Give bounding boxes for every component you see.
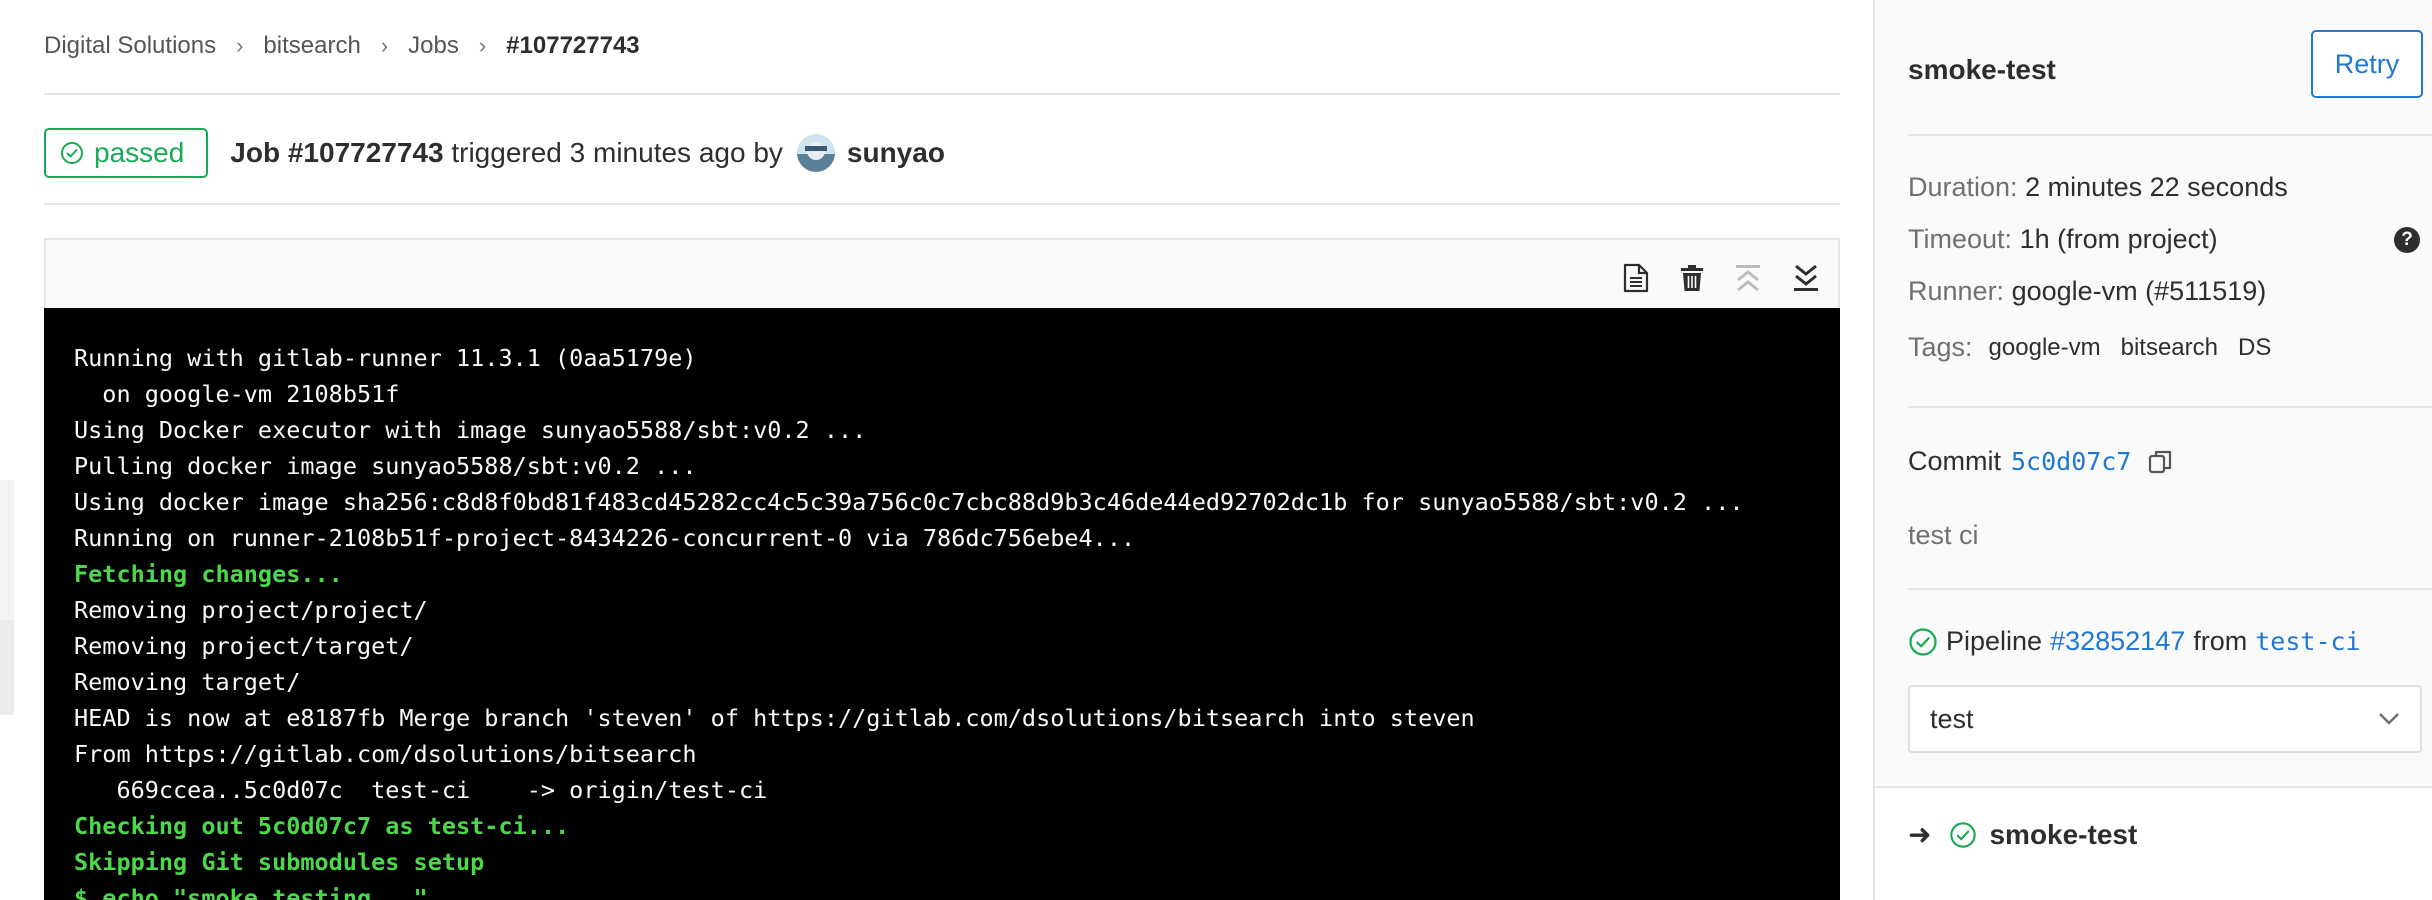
- left-edge-shade: [0, 480, 14, 620]
- duration-row: Duration: 2 minutes 22 seconds: [1908, 172, 2288, 203]
- log-line: 669ccea..5c0d07c test-ci -> origin/test-…: [74, 776, 768, 804]
- pipeline-row: Pipeline #32852147 from test-ci: [1908, 626, 2369, 657]
- runner-value: google-vm (#511519): [2011, 276, 2267, 306]
- check-circle-icon: [1909, 627, 1937, 656]
- job-list-item[interactable]: ➜ smoke-test: [1908, 818, 2137, 851]
- breadcrumb-project[interactable]: bitsearch: [263, 32, 360, 60]
- divider: [44, 93, 1840, 95]
- job-list-item-label: smoke-test: [1989, 818, 2138, 850]
- job-id: Job #107727743: [230, 137, 444, 168]
- divider: [44, 203, 1840, 205]
- chevron-right-icon: ›: [380, 33, 389, 58]
- tag: DS: [2238, 333, 2272, 361]
- commit-sha-link[interactable]: 5c0d07c7: [2011, 447, 2131, 476]
- job-sidebar: smoke-test Retry Duration: 2 minutes 22 …: [1873, 0, 2432, 900]
- breadcrumb-jobs[interactable]: Jobs: [408, 32, 459, 60]
- pipeline-link[interactable]: #32852147: [2050, 626, 2185, 657]
- pipeline-label: Pipeline: [1946, 626, 2043, 656]
- timeout-row: Timeout: 1h (from project): [1908, 224, 2218, 255]
- stage-dropdown[interactable]: test: [1908, 685, 2422, 753]
- triggered-text: triggered 3 minutes ago by: [451, 137, 783, 168]
- log-line: Removing project/project/: [74, 596, 428, 624]
- breadcrumb-current-job[interactable]: #107727743: [506, 32, 639, 60]
- commit-label: Commit: [1908, 446, 2001, 476]
- job-summary: Job #107727743 triggered 3 minutes ago b…: [230, 137, 783, 169]
- log-line: Checking out 5c0d07c7 as test-ci...: [74, 812, 570, 840]
- divider: [1908, 588, 2432, 590]
- stage-selected: test: [1930, 703, 1974, 734]
- chevron-down-icon: [2379, 713, 2399, 725]
- tag: google-vm: [1988, 333, 2101, 361]
- help-icon[interactable]: ?: [2394, 227, 2420, 253]
- log-line: Running on runner-2108b51f-project-84342…: [74, 524, 1136, 552]
- status-badge[interactable]: passed: [44, 128, 209, 178]
- breadcrumb: Digital Solutions › bitsearch › Jobs › #…: [44, 32, 640, 60]
- log-line: Using Docker executor with image sunyao5…: [74, 416, 867, 444]
- branch-link[interactable]: test-ci: [2255, 627, 2360, 656]
- breadcrumb-group[interactable]: Digital Solutions: [44, 32, 216, 60]
- status-label: passed: [94, 137, 185, 168]
- log-line: Skipping Git submodules setup: [74, 848, 485, 876]
- tags-label: Tags:: [1908, 332, 1973, 362]
- chevron-right-icon: ›: [478, 33, 487, 58]
- log-toolbar: [44, 238, 1840, 308]
- left-edge: [0, 0, 14, 900]
- copy-icon[interactable]: [2147, 448, 2175, 476]
- job-header: passed Job #107727743 triggered 3 minute…: [44, 128, 945, 178]
- stage-jobs-list: ➜ smoke-test: [1875, 786, 2432, 900]
- trash-icon[interactable]: [1674, 260, 1710, 296]
- job-name-title: smoke-test: [1908, 54, 2056, 85]
- raw-log-icon[interactable]: [1618, 260, 1654, 296]
- log-line: on google-vm 2108b51f: [74, 380, 400, 408]
- pipeline-from: from: [2193, 626, 2248, 656]
- commit-message: test ci: [1908, 520, 1979, 550]
- scroll-top-icon[interactable]: [1730, 260, 1766, 296]
- divider: [1908, 134, 2432, 136]
- arrow-right-icon: ➜: [1908, 819, 1932, 850]
- log-line: Running with gitlab-runner 11.3.1 (0aa51…: [74, 344, 697, 372]
- check-circle-icon: [61, 142, 83, 164]
- timeout-label: Timeout:: [1908, 224, 2013, 254]
- runner-row: Runner: google-vm (#511519): [1908, 276, 2266, 307]
- duration-label: Duration:: [1908, 172, 2018, 202]
- chevron-right-icon: ›: [236, 33, 244, 58]
- log-line: $ echo "smoke testing...": [74, 884, 428, 900]
- log-line: Removing target/: [74, 668, 301, 696]
- username-link[interactable]: sunyao: [847, 137, 945, 169]
- timeout-value: 1h (from project): [2019, 224, 2218, 254]
- log-line: From https://gitlab.com/dsolutions/bitse…: [74, 740, 697, 768]
- retry-button[interactable]: Retry: [2311, 30, 2423, 98]
- job-log[interactable]: Running with gitlab-runner 11.3.1 (0aa51…: [44, 308, 1840, 900]
- log-line: Pulling docker image sunyao5588/sbt:v0.2…: [74, 452, 697, 480]
- left-edge-shade: [0, 620, 14, 715]
- tags-row: Tags: google-vm bitsearch DS: [1908, 332, 2291, 363]
- log-line: HEAD is now at e8187fb Merge branch 'ste…: [74, 704, 1475, 732]
- avatar[interactable]: [796, 134, 835, 172]
- log-line: Using docker image sha256:c8d8f0bd81f483…: [74, 488, 1744, 516]
- log-line: Fetching changes...: [74, 560, 343, 588]
- runner-label: Runner:: [1908, 276, 2005, 306]
- commit-row: Commit 5c0d07c7: [1908, 446, 2175, 477]
- divider: [1908, 406, 2432, 408]
- check-circle-icon: [1950, 821, 1977, 848]
- log-line: Removing project/target/: [74, 632, 414, 660]
- tag: bitsearch: [2120, 333, 2218, 361]
- duration-value: 2 minutes 22 seconds: [2025, 172, 2288, 202]
- main-content: Digital Solutions › bitsearch › Jobs › #…: [44, 0, 1840, 900]
- scroll-bottom-icon[interactable]: [1788, 260, 1824, 296]
